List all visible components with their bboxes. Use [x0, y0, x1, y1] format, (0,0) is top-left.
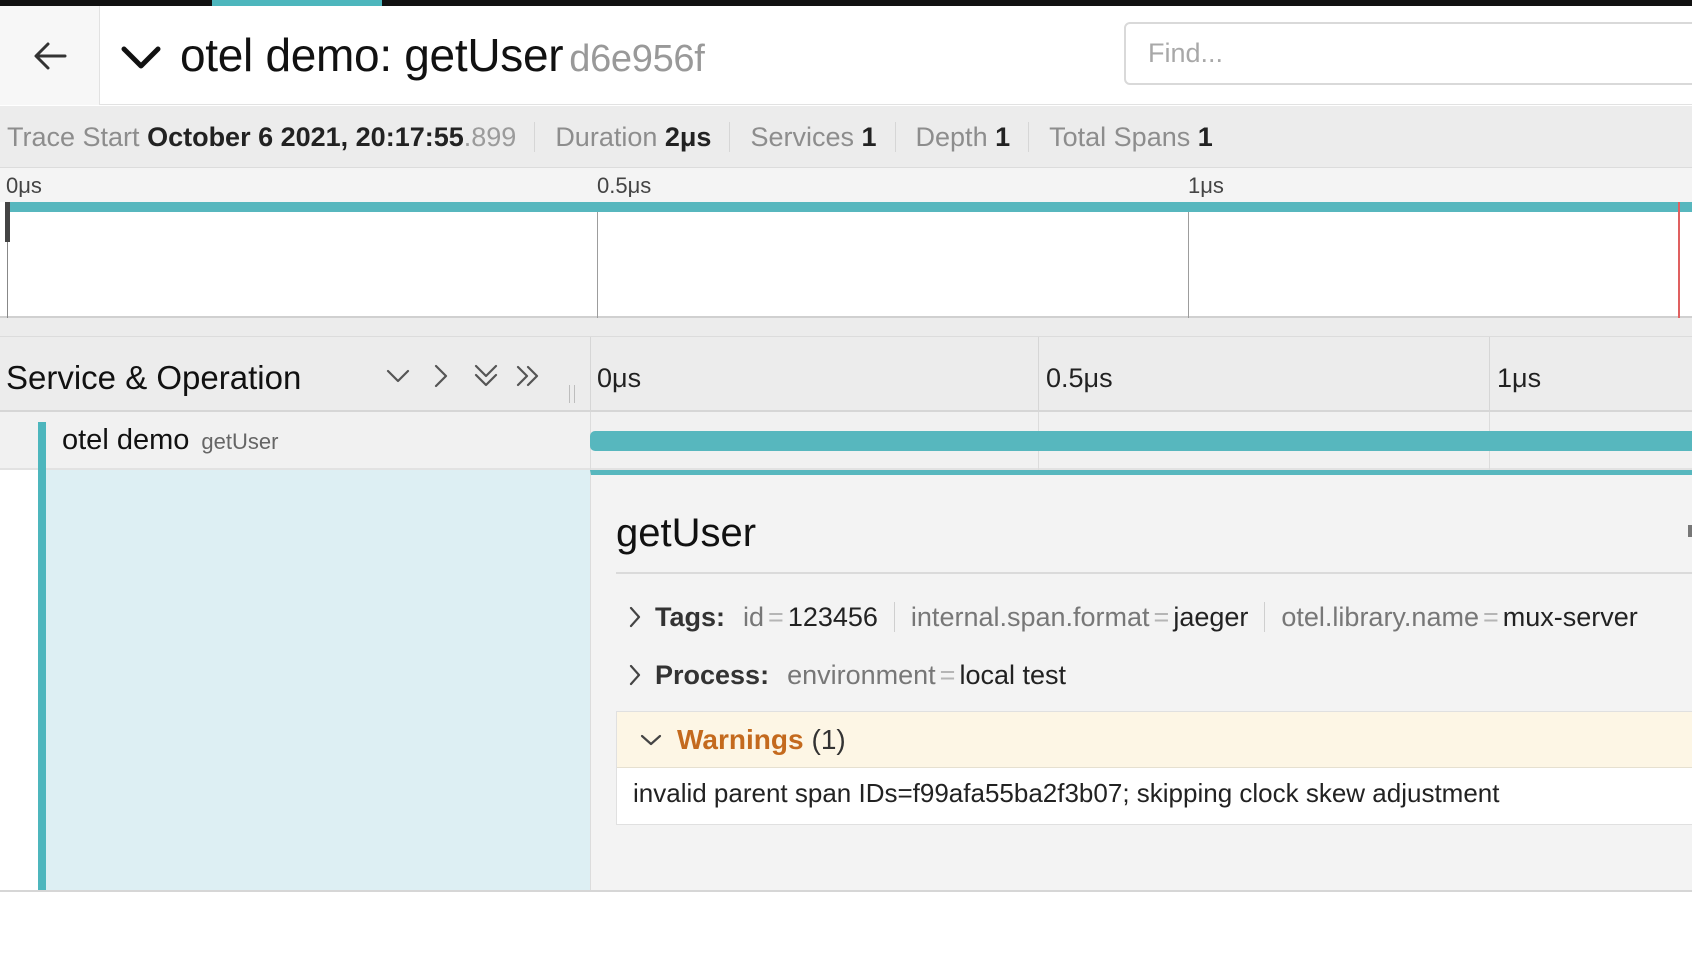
- warnings-title: Warnings: [677, 723, 804, 755]
- span-detail-overflow-mark: [1688, 525, 1692, 537]
- tag-item: otel.library.name = mux-server: [1281, 601, 1638, 632]
- total-spans-value: 1: [1197, 121, 1213, 152]
- trace-id: d6e956f: [569, 38, 705, 80]
- span-service-color-bar: [38, 422, 46, 472]
- span-service-name: otel demo: [62, 424, 190, 456]
- arrow-left-icon: [34, 42, 66, 69]
- trace-start-value: October 6 2021, 20:17:55: [147, 121, 464, 152]
- tags-label: Tags:: [655, 601, 726, 632]
- chevron-right-icon: [629, 664, 641, 686]
- trace-collapse-toggle[interactable]: [118, 38, 164, 78]
- trace-depth: Depth 1: [909, 121, 1030, 152]
- chevron-down-icon: [386, 369, 410, 383]
- warning-message: invalid parent span IDs=f99afa55ba2f3b07…: [633, 778, 1500, 808]
- tag-item: internal.span.format = jaeger: [911, 602, 1266, 632]
- minimap-cursor-line: [1678, 202, 1680, 318]
- chevron-right-icon: [629, 606, 641, 628]
- trace-total-spans: Total Spans 1: [1049, 121, 1213, 152]
- column-resizer[interactable]: [566, 385, 578, 407]
- span-name[interactable]: otel demo getUser: [62, 424, 278, 457]
- minimap-span-bar: [7, 202, 1692, 212]
- trace-minimap[interactable]: 0μs 0.5μs 1μs: [0, 168, 1692, 318]
- warnings-count: (1): [811, 723, 846, 755]
- duration-value: 2μs: [664, 121, 712, 152]
- minimap-tick-label: 0.5μs: [597, 173, 652, 198]
- process-expand-toggle[interactable]: [621, 661, 649, 689]
- double-chevron-right-icon: [516, 365, 539, 387]
- span-detail-divider: [616, 572, 1692, 574]
- trace-duration: Duration 2μs: [548, 121, 731, 152]
- expand-all-button[interactable]: [512, 359, 546, 393]
- process-row[interactable]: Process: environment = local test: [621, 655, 1098, 695]
- timeline-header: Service & Operation 0μs 0.5μs 1μs: [0, 336, 1692, 413]
- span-operation-name: getUser: [201, 429, 279, 454]
- timeline-tick-label: 0μs: [597, 363, 642, 393]
- tags-expand-toggle[interactable]: [621, 603, 649, 631]
- chevron-down-icon: [121, 46, 161, 69]
- process-label: Process:: [655, 659, 770, 690]
- chevron-right-icon: [434, 364, 448, 388]
- timeline-divider: [590, 337, 591, 413]
- minimap-tick-label: 0μs: [6, 173, 42, 198]
- span-detail-indent: [38, 470, 590, 890]
- process-item: environment = local test: [787, 659, 1067, 690]
- trace-services: Services 1: [743, 121, 896, 152]
- find-input[interactable]: [1124, 22, 1692, 85]
- collapse-one-button[interactable]: [381, 359, 415, 393]
- warnings-collapse-toggle[interactable]: [637, 726, 665, 754]
- timeline-tick-label: 0.5μs: [1046, 363, 1113, 393]
- timeline-gridline: [1038, 337, 1039, 413]
- trace-meta-bar: Trace Start October 6 2021, 20:17:55.899…: [0, 106, 1692, 168]
- span-detail-title: getUser: [616, 511, 757, 555]
- minimap-gridline: [1188, 202, 1189, 318]
- trace-start: Trace Start October 6 2021, 20:17:55.899: [0, 121, 536, 152]
- span-row[interactable]: otel demo getUser: [0, 412, 1692, 472]
- trace-header: otel demo: getUser d6e956f: [0, 6, 1692, 105]
- service-operation-title: Service & Operation: [6, 359, 302, 396]
- trace-start-ms: .899: [463, 121, 517, 152]
- depth-value: 1: [995, 121, 1011, 152]
- section-gap: [0, 318, 1692, 336]
- span-duration-bar[interactable]: [590, 431, 1692, 451]
- timeline-tick-label: 1μs: [1497, 363, 1542, 393]
- tags-row[interactable]: Tags: id = 123456 internal.span.format = jae…: [621, 597, 1670, 637]
- warnings-header[interactable]: Warnings (1): [617, 712, 1692, 768]
- span-detail-area: getUser Tags: id = 123456 internal.span.fo…: [0, 470, 1692, 892]
- trace-name: otel demo: getUser: [180, 29, 564, 81]
- tag-item: id = 123456: [743, 602, 895, 632]
- trace-title: otel demo: getUser d6e956f: [180, 28, 705, 82]
- expand-one-button[interactable]: [424, 359, 458, 393]
- services-value: 1: [861, 121, 877, 152]
- minimap-drag-handle[interactable]: [5, 202, 10, 242]
- minimap-ruler: 0μs 0.5μs 1μs: [0, 168, 1692, 202]
- double-chevron-down-icon: [474, 364, 498, 387]
- chevron-down-icon: [640, 734, 662, 745]
- span-detail-panel: getUser Tags: id = 123456 internal.span.fo…: [590, 470, 1692, 890]
- minimap-gridline: [597, 202, 598, 318]
- collapse-all-button[interactable]: [469, 359, 503, 393]
- back-button[interactable]: [0, 6, 100, 105]
- warnings-section: Warnings (1) invalid parent span IDs=f99…: [616, 711, 1692, 825]
- minimap-tick-label: 1μs: [1188, 173, 1224, 198]
- timeline-gridline: [1489, 337, 1490, 413]
